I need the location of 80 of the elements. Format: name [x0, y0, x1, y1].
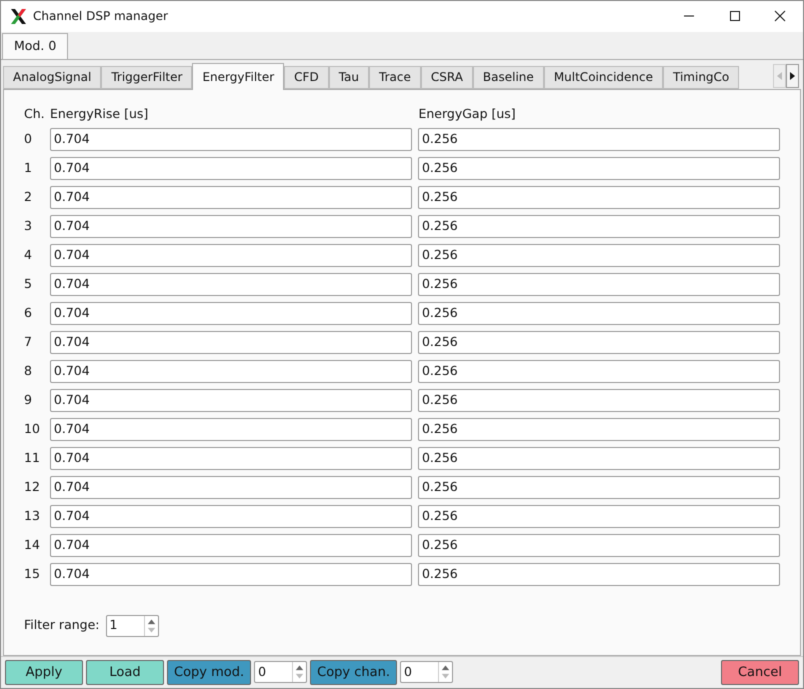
input-field[interactable]: 0.704: [50, 446, 412, 470]
scroll-right-button[interactable]: [786, 64, 799, 88]
input-field[interactable]: 0.256: [418, 534, 780, 557]
tab[interactable]: CSRA: [420, 66, 473, 89]
input-field[interactable]: 0.704: [50, 330, 412, 354]
input-field[interactable]: 0.256: [418, 186, 780, 209]
input-field[interactable]: 0.256: [418, 156, 780, 180]
input-field[interactable]: 0.256: [418, 330, 780, 354]
window-title: Channel DSP manager: [33, 8, 168, 26]
action-button[interactable]: Copy mod.: [167, 660, 252, 685]
channel-number: 9: [24, 392, 32, 407]
channel-number: 6: [24, 304, 32, 320]
input-field[interactable]: 0.704: [50, 214, 412, 238]
column-header: Ch.: [24, 106, 45, 121]
input-field[interactable]: 0.704: [50, 186, 412, 209]
input-field[interactable]: 0.704: [50, 360, 412, 383]
input-field[interactable]: 0.256: [418, 302, 780, 325]
input-field[interactable]: 0.704: [50, 534, 412, 557]
input-field[interactable]: 0.256: [418, 244, 780, 267]
input-field[interactable]: 0.704: [50, 476, 412, 499]
channel-number: 11: [24, 450, 40, 465]
action-button[interactable]: Cancel: [721, 660, 799, 685]
input-field[interactable]: 0.256: [418, 418, 780, 441]
channel-number: 15: [24, 566, 40, 581]
app-logo-icon: [10, 8, 27, 25]
input-field[interactable]: 0.256: [418, 562, 780, 586]
spin-arrows-icon[interactable]: [438, 662, 452, 682]
input-field[interactable]: 0.256: [418, 476, 780, 499]
channel-number: 5: [24, 276, 32, 291]
input-field[interactable]: 0.256: [418, 360, 780, 383]
left-arrow-icon: [777, 72, 782, 80]
channel-number: 8: [24, 362, 32, 378]
tab[interactable]: Trace: [369, 66, 421, 89]
spin-box[interactable]: 0: [254, 661, 308, 684]
input-field[interactable]: 0.704: [50, 244, 412, 267]
input-field[interactable]: 0.704: [50, 156, 412, 180]
channel-number: 14: [24, 536, 40, 552]
maximize-icon[interactable]: [729, 10, 741, 22]
input-field[interactable]: 0.256: [418, 214, 780, 238]
spin-arrows-icon[interactable]: [144, 616, 158, 636]
input-field[interactable]: 0.704: [50, 504, 412, 528]
input-field[interactable]: 0.704: [50, 302, 412, 325]
column-header: EnergyRise [us]: [50, 106, 148, 121]
tab[interactable]: TriggerFilter: [101, 66, 192, 89]
channel-number: 0: [24, 130, 32, 146]
spin-box[interactable]: 1: [106, 614, 158, 637]
module-tab[interactable]: Mod. 0: [2, 32, 68, 59]
right-arrow-icon: [790, 72, 795, 80]
input-field[interactable]: 0.704: [50, 128, 412, 151]
input-field[interactable]: 0.704: [50, 562, 412, 586]
tab[interactable]: MultCoincidence: [544, 66, 663, 89]
input-field[interactable]: 0.256: [418, 504, 780, 528]
input-field[interactable]: 0.256: [418, 388, 780, 412]
tab[interactable]: CFD: [284, 66, 329, 89]
channel-number: 4: [24, 246, 32, 262]
input-field[interactable]: 0.256: [418, 128, 780, 151]
channel-number: 2: [24, 188, 32, 204]
spin-box[interactable]: 0: [400, 661, 453, 684]
channel-number: 13: [24, 508, 40, 523]
close-icon[interactable]: [774, 10, 786, 22]
tab[interactable]: EnergyFilter: [192, 62, 284, 90]
channel-number: 7: [24, 334, 32, 349]
channel-number: 10: [24, 420, 40, 436]
input-field[interactable]: 0.704: [50, 272, 412, 296]
tab[interactable]: Tau: [328, 66, 370, 89]
tab[interactable]: Baseline: [472, 66, 544, 89]
action-button[interactable]: Copy chan.: [310, 660, 397, 685]
tab[interactable]: TimingCo: [663, 66, 740, 89]
input-field[interactable]: 0.704: [50, 418, 412, 441]
tab[interactable]: AnalogSignal: [3, 66, 102, 89]
column-header: EnergyGap [us]: [418, 106, 516, 121]
input-field[interactable]: 0.256: [418, 446, 780, 470]
action-button[interactable]: Load: [86, 660, 164, 685]
input-field[interactable]: 0.704: [50, 388, 412, 412]
input-field[interactable]: 0.256: [418, 272, 780, 296]
action-button[interactable]: Apply: [5, 660, 83, 685]
channel-number: 1: [24, 160, 32, 175]
channel-number: 12: [24, 478, 40, 494]
filter-range-label: Filter range:: [24, 616, 100, 634]
channel-number: 3: [24, 218, 32, 233]
